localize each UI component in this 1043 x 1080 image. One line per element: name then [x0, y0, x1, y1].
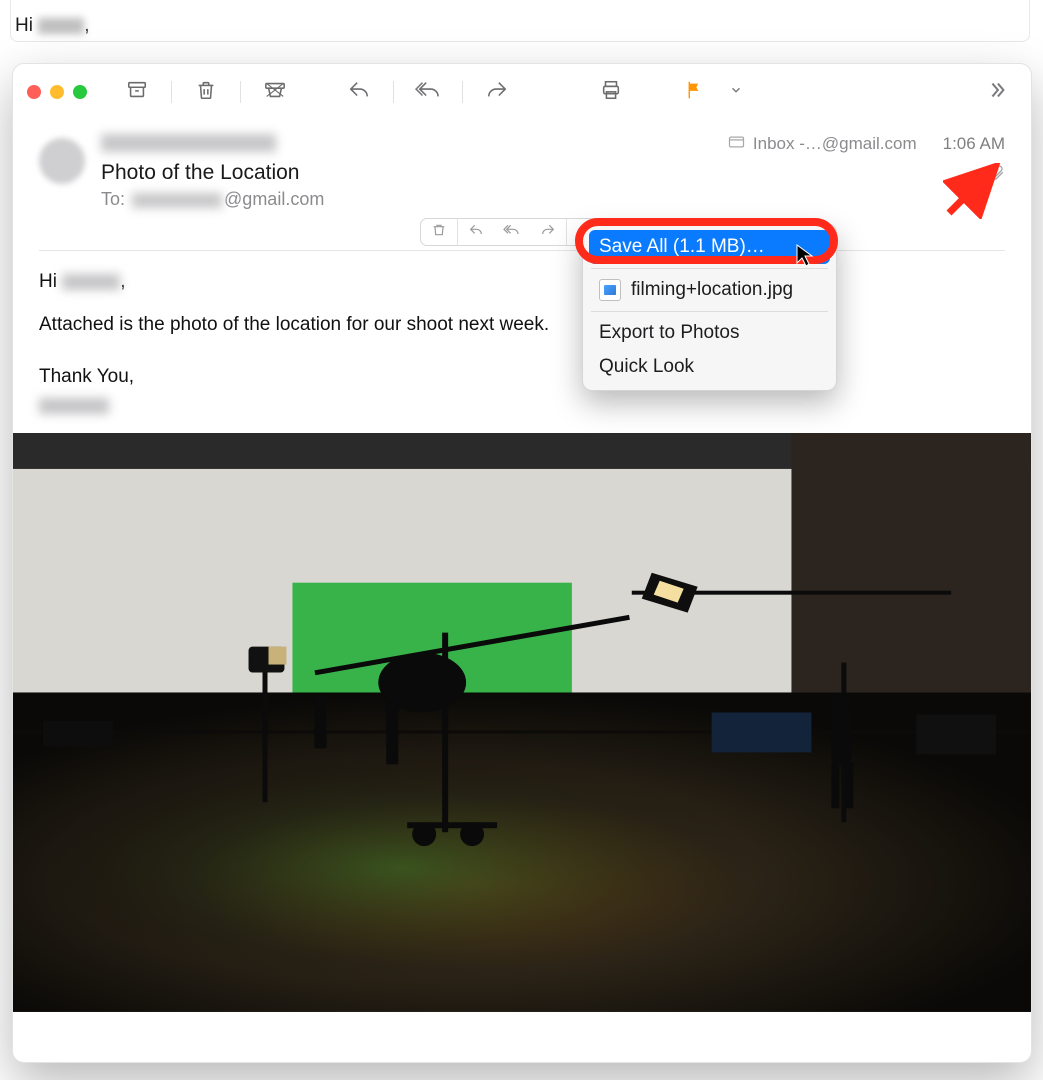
inline-action-bar: 1 [39, 218, 1005, 248]
to-name-redacted [132, 193, 222, 208]
paperclip-icon [987, 167, 1005, 186]
junk-button[interactable] [255, 75, 295, 109]
body-greeting-name-redacted [62, 274, 120, 290]
inline-delete-button[interactable] [421, 219, 457, 245]
menu-item-label: Export to Photos [599, 322, 739, 344]
body-line-1: Attached is the photo of the location fo… [39, 310, 1005, 339]
menu-item-save-all[interactable]: Save All (1.1 MB)… [589, 230, 830, 264]
menu-item-export-photos[interactable]: Export to Photos [589, 316, 830, 350]
flag-icon [684, 79, 706, 106]
flag-menu-button[interactable] [725, 75, 747, 109]
bg-greeting-suffix: , [84, 15, 89, 36]
print-icon [599, 79, 623, 106]
file-thumbnail-icon [599, 279, 621, 301]
body-greeting-suffix: , [120, 271, 125, 292]
archive-icon [126, 79, 148, 106]
junk-icon [263, 79, 287, 106]
print-button[interactable] [591, 75, 631, 109]
reply-all-icon [414, 79, 442, 106]
menu-item-label: filming+location.jpg [631, 279, 793, 301]
delete-button[interactable] [186, 75, 226, 109]
reply-all-icon [503, 222, 521, 243]
to-label: To: [101, 189, 125, 209]
toolbar-separator [171, 81, 172, 103]
chevron-right-double-icon [986, 79, 1008, 106]
menu-item-attachment-file[interactable]: filming+location.jpg [589, 273, 830, 307]
trash-icon [431, 222, 447, 243]
background-email-peek: Hi , [10, 0, 1030, 42]
menu-item-label: Quick Look [599, 356, 694, 378]
reply-icon [347, 79, 371, 106]
mailbox-label[interactable]: Inbox -…@gmail.com [753, 134, 917, 154]
window-titlebar [13, 64, 1031, 120]
menu-item-quick-look[interactable]: Quick Look [589, 350, 830, 384]
chevron-down-icon [729, 83, 743, 102]
bg-greeting-name-redacted [38, 18, 84, 34]
forward-icon [485, 79, 509, 106]
message-time: 1:06 AM [943, 134, 1005, 154]
menu-item-label: Save All (1.1 MB)… [599, 236, 765, 258]
window-minimize-button[interactable] [50, 85, 64, 99]
reply-button[interactable] [339, 75, 379, 109]
body-thanks: Thank You, [39, 362, 1005, 391]
message-subject: Photo of the Location [101, 161, 712, 185]
forward-button[interactable] [477, 75, 517, 109]
window-close-button[interactable] [27, 85, 41, 99]
message-body: Hi , Attached is the photo of the locati… [13, 251, 1031, 421]
toolbar-separator [462, 81, 463, 103]
mail-message-window: Photo of the Location To: @gmail.com Inb… [12, 63, 1032, 1063]
toolbar-overflow-button[interactable] [977, 75, 1017, 109]
toolbar-separator [240, 81, 241, 103]
reply-icon [468, 222, 484, 243]
attachment-image[interactable] [13, 433, 1031, 1013]
body-signature-redacted [39, 398, 109, 414]
bg-greeting-prefix: Hi [15, 15, 38, 36]
inline-reply-all-button[interactable] [494, 219, 530, 245]
inline-reply-button[interactable] [458, 219, 494, 245]
forward-icon [540, 222, 556, 243]
toolbar-separator [393, 81, 394, 103]
menu-separator [591, 311, 828, 312]
message-header: Photo of the Location To: @gmail.com Inb… [13, 120, 1031, 210]
menu-separator [591, 268, 828, 269]
attachment-indicator[interactable] [987, 164, 1005, 187]
inline-forward-button[interactable] [530, 219, 566, 245]
sender-avatar [39, 138, 85, 184]
flag-button[interactable] [675, 75, 715, 109]
message-to-line: To: @gmail.com [101, 189, 712, 210]
reply-all-button[interactable] [408, 75, 448, 109]
body-greeting-prefix: Hi [39, 271, 62, 292]
sender-name-redacted [101, 134, 276, 152]
trash-icon [195, 79, 217, 106]
attachment-dropdown-menu: Save All (1.1 MB)… filming+location.jpg … [582, 223, 837, 391]
to-domain: @gmail.com [224, 189, 324, 209]
window-zoom-button[interactable] [73, 85, 87, 99]
window-traffic-lights [27, 85, 87, 99]
mailbox-icon [728, 134, 745, 154]
archive-button[interactable] [117, 75, 157, 109]
